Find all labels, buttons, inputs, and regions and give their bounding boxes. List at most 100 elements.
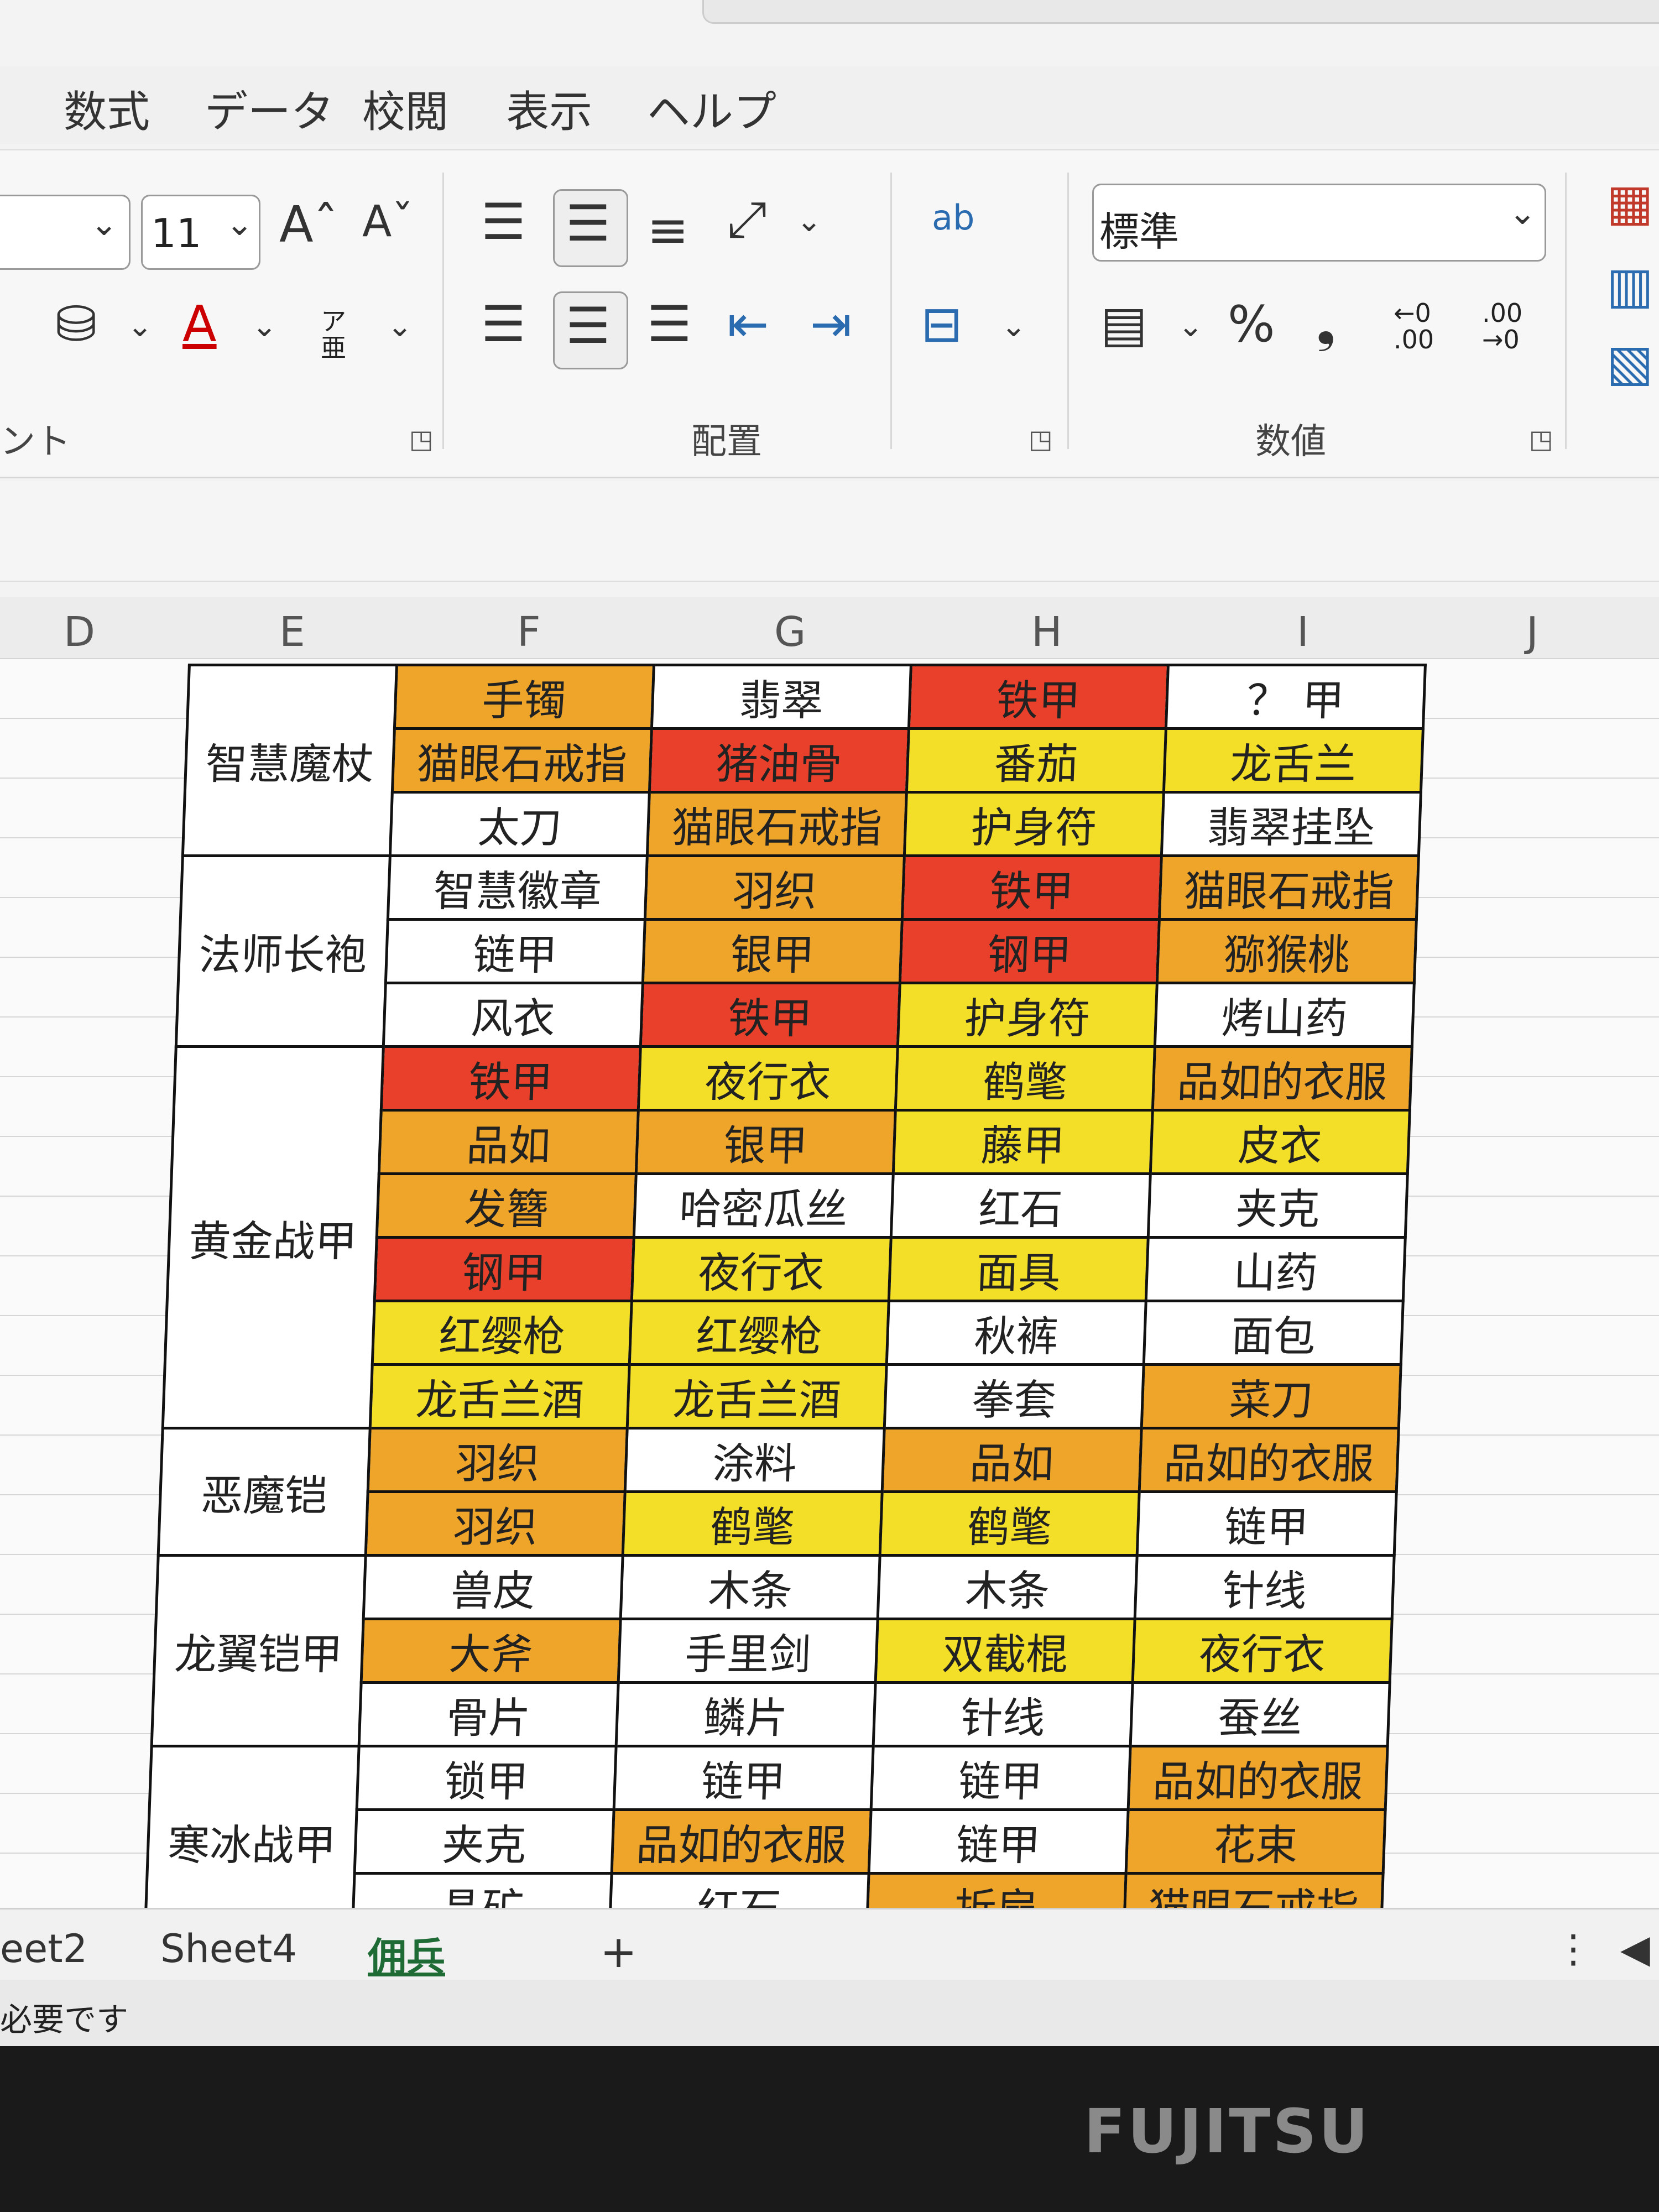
- chevron-down-icon[interactable]: ⌄: [796, 206, 822, 236]
- shrink-font-button[interactable]: Aˇ: [362, 200, 413, 243]
- align-left-icon[interactable]: ☰: [481, 300, 526, 349]
- table-cell[interactable]: 龙舌兰酒: [627, 1364, 887, 1428]
- column-header-h[interactable]: H: [1031, 608, 1062, 656]
- table-cell[interactable]: 品如: [882, 1428, 1142, 1492]
- table-cell[interactable]: 钢甲: [374, 1237, 634, 1301]
- add-sheet-button[interactable]: +: [600, 1926, 637, 1978]
- column-header-d[interactable]: D: [64, 608, 95, 656]
- table-cell[interactable]: 发簪: [377, 1173, 637, 1238]
- align-top-icon[interactable]: ☰: [481, 197, 526, 247]
- column-header-i[interactable]: I: [1297, 608, 1309, 656]
- category-cell[interactable]: 法师长袍: [176, 855, 390, 1047]
- table-cell[interactable]: 拳套: [884, 1364, 1144, 1428]
- table-cell[interactable]: 品如的衣服: [1128, 1746, 1388, 1810]
- conditional-format-icon[interactable]: ▦: [1606, 178, 1653, 228]
- increase-indent-icon[interactable]: ⇥: [810, 300, 852, 349]
- table-cell[interactable]: ？ 甲: [1166, 665, 1426, 729]
- table-cell[interactable]: 面具: [889, 1237, 1149, 1301]
- scroll-left-icon[interactable]: ◀: [1620, 1926, 1650, 1971]
- table-cell[interactable]: 夜行衣: [638, 1046, 898, 1110]
- table-cell[interactable]: 羽织: [366, 1491, 625, 1556]
- table-cell[interactable]: 山药: [1146, 1237, 1406, 1301]
- tab-formulas[interactable]: 数式: [64, 77, 150, 139]
- table-cell[interactable]: 鹤氅: [895, 1046, 1155, 1110]
- table-cell[interactable]: 品如: [379, 1110, 639, 1174]
- table-cell[interactable]: 夜行衣: [1133, 1619, 1392, 1683]
- table-cell[interactable]: 链甲: [385, 919, 645, 983]
- align-right-icon[interactable]: ☰: [647, 300, 692, 349]
- align-bottom-icon[interactable]: ≡: [647, 206, 688, 255]
- format-as-table-icon[interactable]: ▥: [1606, 261, 1653, 311]
- table-cell[interactable]: 花束: [1126, 1809, 1386, 1874]
- table-cell[interactable]: 双截棍: [875, 1619, 1135, 1683]
- table-cell[interactable]: 蚕丝: [1130, 1682, 1390, 1746]
- table-cell[interactable]: 银甲: [636, 1110, 896, 1174]
- table-cell[interactable]: 番茄: [906, 728, 1166, 792]
- table-cell[interactable]: 品如的衣服: [1152, 1046, 1412, 1110]
- table-cell[interactable]: 链甲: [869, 1809, 1129, 1874]
- number-format-dropdown[interactable]: 標準 ⌄: [1092, 184, 1546, 262]
- orientation-icon[interactable]: ⤢: [727, 195, 767, 244]
- table-cell[interactable]: 红缨枪: [629, 1301, 889, 1365]
- table-cell[interactable]: 红缨枪: [372, 1301, 632, 1365]
- table-cell[interactable]: 链甲: [614, 1746, 874, 1810]
- comma-style-button[interactable]: ❟: [1316, 300, 1335, 349]
- table-cell[interactable]: 烤山药: [1155, 983, 1415, 1047]
- center-button[interactable]: ☰: [553, 291, 628, 369]
- merge-center-icon[interactable]: ⊟: [921, 300, 962, 349]
- table-cell[interactable]: 兽皮: [363, 1555, 623, 1619]
- table-cell[interactable]: 铁甲: [381, 1046, 641, 1110]
- table-cell[interactable]: 夜行衣: [632, 1237, 891, 1301]
- category-cell[interactable]: 黄金战甲: [163, 1046, 384, 1428]
- table-cell[interactable]: 护身符: [898, 983, 1157, 1047]
- fill-color-icon[interactable]: ⛁: [55, 300, 97, 349]
- formula-bar[interactable]: [0, 481, 1659, 582]
- table-cell[interactable]: 木条: [620, 1555, 880, 1619]
- column-header-j[interactable]: J: [1526, 608, 1538, 656]
- table-cell[interactable]: 红石: [891, 1173, 1151, 1238]
- table-cell[interactable]: 菜刀: [1141, 1364, 1401, 1428]
- column-header-f[interactable]: F: [517, 608, 541, 656]
- decrease-decimal-button[interactable]: .00 →0: [1482, 300, 1543, 353]
- table-cell[interactable]: 链甲: [1137, 1491, 1397, 1556]
- table-cell[interactable]: 哈密瓜丝: [634, 1173, 894, 1238]
- column-header-g[interactable]: G: [774, 608, 806, 656]
- table-cell[interactable]: 藤甲: [893, 1110, 1153, 1174]
- cell-styles-icon[interactable]: ▧: [1606, 338, 1653, 388]
- more-options-icon[interactable]: ⋮: [1554, 1926, 1593, 1971]
- table-cell[interactable]: 智慧徽章: [388, 855, 648, 920]
- table-cell[interactable]: 铁甲: [902, 855, 1162, 920]
- table-cell[interactable]: 羽织: [645, 855, 905, 920]
- table-cell[interactable]: 锁甲: [357, 1746, 617, 1810]
- table-cell[interactable]: 翡翠: [651, 665, 911, 729]
- table-cell[interactable]: 猪油骨: [649, 728, 909, 792]
- tab-view[interactable]: 表示: [506, 77, 592, 139]
- tab-help[interactable]: ヘルプ: [647, 77, 776, 139]
- table-cell[interactable]: 翡翠挂坠: [1161, 792, 1421, 856]
- table-cell[interactable]: 秋裤: [886, 1301, 1146, 1365]
- table-cell[interactable]: 猕猴桃: [1157, 919, 1417, 983]
- category-cell[interactable]: 龙翼铠甲: [152, 1555, 366, 1746]
- dialog-launcher-icon[interactable]: ◳: [409, 424, 433, 454]
- table-cell[interactable]: 手里剑: [618, 1619, 878, 1683]
- table-cell[interactable]: 龙舌兰酒: [370, 1364, 630, 1428]
- table-cell[interactable]: 风衣: [383, 983, 643, 1047]
- font-size-dropdown[interactable]: 11 ⌄: [141, 195, 260, 270]
- table-cell[interactable]: 护身符: [904, 792, 1164, 856]
- phonetic-guide-button[interactable]: ア亜: [321, 308, 354, 361]
- table-cell[interactable]: 钢甲: [900, 919, 1160, 983]
- table-cell[interactable]: 面包: [1144, 1301, 1404, 1365]
- chevron-down-icon[interactable]: ⌄: [1001, 311, 1026, 341]
- tab-sheet4[interactable]: Sheet4: [160, 1926, 297, 1971]
- table-cell[interactable]: 鹤氅: [623, 1491, 883, 1556]
- table-cell[interactable]: 铁甲: [640, 983, 900, 1047]
- table-cell[interactable]: 猫眼石戒指: [392, 728, 652, 792]
- dialog-launcher-icon[interactable]: ◳: [1029, 424, 1052, 454]
- decrease-indent-icon[interactable]: ⇤: [727, 300, 769, 349]
- increase-decimal-button[interactable]: ←0 .00: [1394, 300, 1454, 353]
- font-color-button[interactable]: A: [182, 300, 217, 349]
- font-name-dropdown[interactable]: ⌄: [0, 195, 131, 270]
- tab-sheet2[interactable]: eet2: [0, 1926, 87, 1971]
- table-cell[interactable]: 鹤氅: [880, 1491, 1140, 1556]
- table-cell[interactable]: 品如的衣服: [1139, 1428, 1399, 1492]
